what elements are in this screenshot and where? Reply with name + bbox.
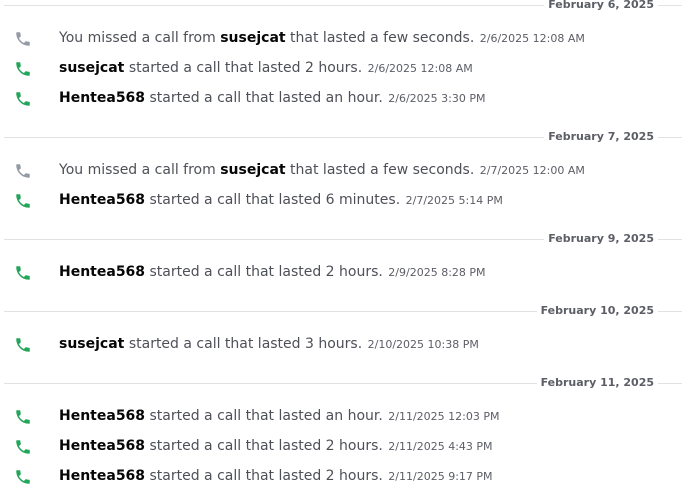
timestamp: 2/11/2025 12:03 PM xyxy=(388,410,500,423)
date-divider: February 7, 2025 xyxy=(4,129,682,145)
call-entry-text: Hentea568 started a call that lasted an … xyxy=(59,87,486,110)
call-entry-text: Hentea568 started a call that lasted 2 h… xyxy=(59,465,493,488)
call-entry-text: You missed a call from susejcat that las… xyxy=(59,159,585,182)
phone-icon xyxy=(14,264,32,282)
entry-suffix: that lasted a few seconds. xyxy=(285,162,475,178)
entry-suffix: started a call that lasted 2 hours. xyxy=(145,468,383,484)
phone-icon xyxy=(14,468,32,486)
phone-missed-icon xyxy=(14,162,32,180)
call-entry-text: susejcat started a call that lasted 2 ho… xyxy=(59,57,473,80)
timestamp: 2/11/2025 4:43 PM xyxy=(388,440,493,453)
call-entry-text: Hentea568 started a call that lasted an … xyxy=(59,405,500,428)
call-entry-text: Hentea568 started a call that lasted 2 h… xyxy=(59,435,493,458)
username[interactable]: Hentea568 xyxy=(59,408,145,424)
entry-suffix: that lasted a few seconds. xyxy=(285,30,475,46)
entry-suffix: started a call that lasted 6 minutes. xyxy=(145,192,401,208)
divider-date: February 10, 2025 xyxy=(536,303,658,319)
phone-icon xyxy=(14,90,32,108)
phone-icon xyxy=(14,192,32,210)
timestamp: 2/7/2025 12:00 AM xyxy=(479,164,585,177)
entry-suffix: started a call that lasted 3 hours. xyxy=(124,336,363,352)
phone-icon xyxy=(14,408,32,426)
date-divider: February 11, 2025 xyxy=(4,375,682,391)
username[interactable]: Hentea568 xyxy=(59,438,145,454)
entry-suffix: started a call that lasted 2 hours. xyxy=(124,60,363,76)
call-entry: Hentea568 started a call that lasted an … xyxy=(0,405,682,427)
date-divider: February 6, 2025 xyxy=(4,0,682,13)
divider-date: February 7, 2025 xyxy=(544,129,658,145)
timestamp: 2/11/2025 9:17 PM xyxy=(388,470,493,483)
timestamp: 2/6/2025 12:08 AM xyxy=(479,32,585,45)
username[interactable]: susejcat xyxy=(220,30,285,46)
call-entry-text: susejcat started a call that lasted 3 ho… xyxy=(59,333,479,356)
date-divider: February 9, 2025 xyxy=(4,231,682,247)
call-entry: Hentea568 started a call that lasted 6 m… xyxy=(0,189,682,211)
call-entry: susejcat started a call that lasted 2 ho… xyxy=(0,57,682,79)
call-entry: Hentea568 started a call that lasted 2 h… xyxy=(0,465,682,487)
username[interactable]: Hentea568 xyxy=(59,264,145,280)
call-entry-text: You missed a call from susejcat that las… xyxy=(59,27,585,50)
phone-icon xyxy=(14,60,32,78)
username[interactable]: Hentea568 xyxy=(59,192,145,208)
call-log: February 6, 2025 You missed a call from … xyxy=(0,0,682,503)
username[interactable]: susejcat xyxy=(59,60,124,76)
divider-date: February 11, 2025 xyxy=(536,375,658,391)
entry-prefix: You missed a call from xyxy=(59,162,221,178)
divider-date: February 9, 2025 xyxy=(544,231,658,247)
call-entry-text: Hentea568 started a call that lasted 6 m… xyxy=(59,189,503,212)
divider-date: February 6, 2025 xyxy=(544,0,658,13)
timestamp: 2/6/2025 12:08 AM xyxy=(367,62,473,75)
date-divider: February 10, 2025 xyxy=(4,303,682,319)
timestamp: 2/6/2025 3:30 PM xyxy=(388,92,486,105)
call-entry-text: Hentea568 started a call that lasted 2 h… xyxy=(59,261,486,284)
call-entry: You missed a call from susejcat that las… xyxy=(0,27,682,49)
username[interactable]: susejcat xyxy=(220,162,285,178)
timestamp: 2/7/2025 5:14 PM xyxy=(405,194,503,207)
username[interactable]: Hentea568 xyxy=(59,468,145,484)
call-entry: Hentea568 started a call that lasted an … xyxy=(0,87,682,109)
phone-icon xyxy=(14,336,32,354)
call-entry: Hentea568 started a call that lasted 2 h… xyxy=(0,435,682,457)
phone-icon xyxy=(14,438,32,456)
call-entry: susejcat started a call that lasted 3 ho… xyxy=(0,333,682,355)
timestamp: 2/10/2025 10:38 PM xyxy=(367,338,479,351)
username[interactable]: Hentea568 xyxy=(59,90,145,106)
timestamp: 2/9/2025 8:28 PM xyxy=(388,266,486,279)
entry-suffix: started a call that lasted 2 hours. xyxy=(145,264,383,280)
call-entry: Hentea568 started a call that lasted 2 h… xyxy=(0,261,682,283)
call-entry: You missed a call from susejcat that las… xyxy=(0,159,682,181)
entry-prefix: You missed a call from xyxy=(59,30,221,46)
entry-suffix: started a call that lasted 2 hours. xyxy=(145,438,383,454)
username[interactable]: susejcat xyxy=(59,336,124,352)
phone-missed-icon xyxy=(14,30,32,48)
entry-suffix: started a call that lasted an hour. xyxy=(145,408,383,424)
entry-suffix: started a call that lasted an hour. xyxy=(145,90,383,106)
